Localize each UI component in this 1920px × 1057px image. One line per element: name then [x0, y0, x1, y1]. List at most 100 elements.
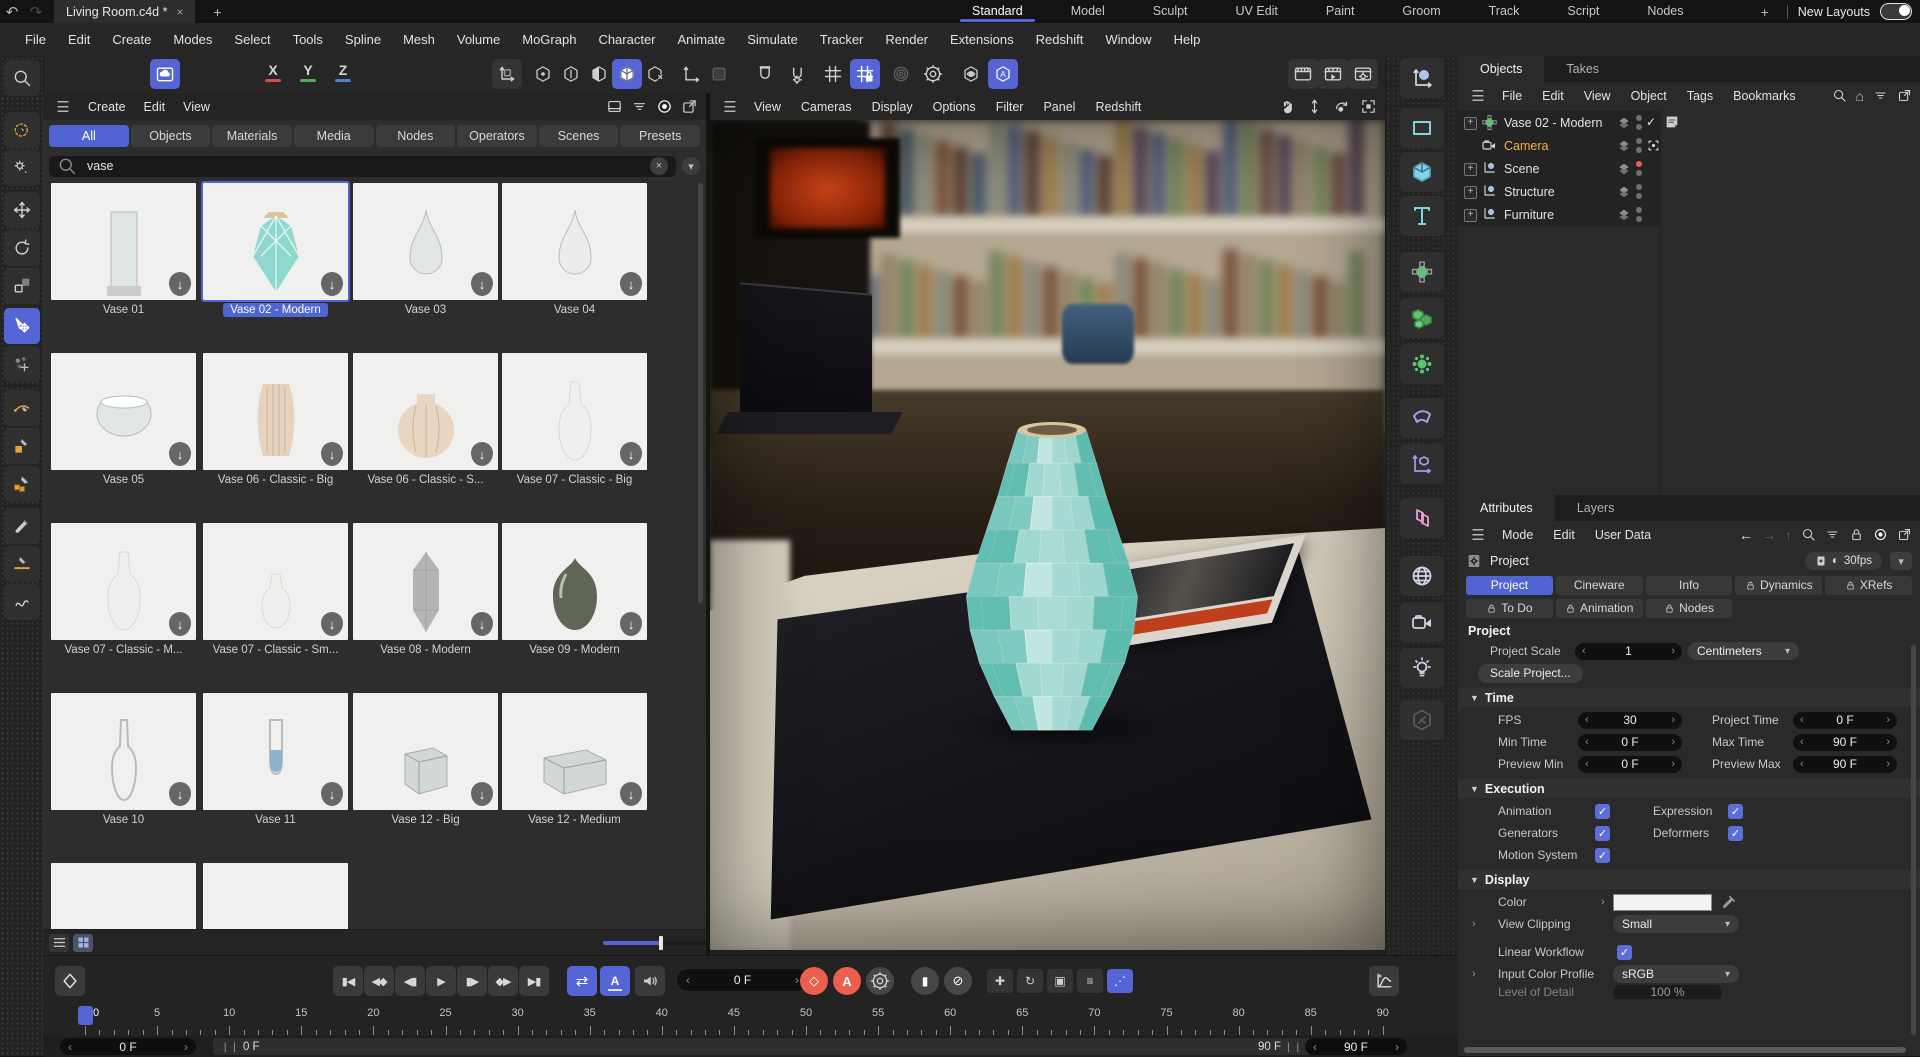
time-section-header[interactable]: ▼Time	[1458, 688, 1920, 707]
next-key-button[interactable]: ◆▶	[488, 966, 518, 996]
record-icon[interactable]	[656, 98, 673, 115]
parameter-keys-toggle[interactable]: ≡	[1077, 969, 1103, 993]
search-field[interactable]: ×	[49, 156, 676, 177]
snap-settings-button[interactable]	[782, 59, 812, 89]
grid-button[interactable]	[818, 59, 848, 89]
menu-render[interactable]: Render	[874, 32, 939, 47]
transform-tool[interactable]	[4, 308, 40, 344]
viewport-render-area[interactable]	[710, 120, 1385, 950]
animation-checkbox[interactable]: ✓	[1595, 804, 1610, 819]
locator-object-button[interactable]	[1400, 58, 1444, 98]
menu-create[interactable]: Create	[101, 32, 162, 47]
scale-keys-toggle[interactable]: ▣	[1047, 969, 1073, 993]
attribute-tab-layers[interactable]: Layers	[1555, 495, 1637, 521]
menu-animate[interactable]: Animate	[667, 32, 737, 47]
expand-icon[interactable]: +	[1464, 209, 1477, 222]
back-icon[interactable]: ←	[1739, 527, 1753, 543]
fcurve-editor-button[interactable]	[1369, 966, 1399, 996]
render-settings-play-button[interactable]	[1318, 59, 1348, 89]
voxel-pen-tool[interactable]	[4, 466, 40, 502]
max-time-field[interactable]: ‹90 F›	[1793, 734, 1897, 751]
asset-thumbnail[interactable]: ↓	[51, 183, 196, 300]
home-icon[interactable]: ⌂	[1856, 88, 1864, 104]
layout-tab-model[interactable]: Model	[1047, 0, 1129, 23]
object-menu-file[interactable]: File	[1492, 89, 1532, 103]
menu-mesh[interactable]: Mesh	[392, 32, 446, 47]
camera-target-icon[interactable]	[1646, 138, 1661, 153]
visibility-dots[interactable]	[1636, 115, 1642, 130]
keyframe-selection-button[interactable]: ▮	[911, 967, 939, 995]
preview-range-slider[interactable]: ❘❘ 0 F 90 F ❘❘	[213, 1038, 1311, 1055]
edges-mode-button[interactable]	[556, 59, 586, 89]
layers-icon[interactable]	[1616, 184, 1632, 200]
workplane-button[interactable]	[676, 59, 706, 89]
generators-checkbox[interactable]: ✓	[1595, 826, 1610, 841]
sound-button[interactable]	[635, 966, 665, 996]
viewport-menu-cameras[interactable]: Cameras	[791, 100, 862, 114]
primitive-cube-button[interactable]	[1400, 152, 1444, 192]
object-row-structure[interactable]: +Structure	[1458, 180, 1920, 203]
object-menu-edit[interactable]: Edit	[1532, 89, 1574, 103]
preview-max-field[interactable]: ‹90 F›	[1305, 1038, 1407, 1055]
simulation-move-tool[interactable]	[4, 346, 40, 382]
attribute-category-tab-project[interactable]: Project	[1466, 576, 1553, 595]
search-icon[interactable]	[1832, 88, 1847, 103]
fps-field[interactable]: ‹30›	[1578, 712, 1682, 729]
view-clipping-dropdown[interactable]: Small▾	[1613, 915, 1739, 933]
spline-smooth-tool[interactable]	[4, 546, 40, 582]
search-options-chevron[interactable]: ▾	[682, 157, 700, 175]
playhead[interactable]	[78, 1006, 93, 1025]
expression-checkbox[interactable]: ✓	[1728, 804, 1743, 819]
rotation-keys-toggle[interactable]: ↻	[1017, 969, 1043, 993]
render-view-button[interactable]	[1288, 59, 1318, 89]
layout-tab-track[interactable]: Track	[1465, 0, 1544, 23]
menu-help[interactable]: Help	[1163, 32, 1212, 47]
asset-tab-media[interactable]: Media	[294, 125, 374, 147]
asset-tab-objects[interactable]: Objects	[131, 125, 211, 147]
timeline-ruler[interactable]: 051015202530354045505560657075808590	[43, 1006, 1458, 1036]
asset-thumbnail[interactable]: ↓	[203, 353, 348, 470]
project-scale-field[interactable]: ‹1›	[1575, 643, 1682, 660]
live-selection-tool[interactable]	[4, 112, 40, 148]
popout-icon[interactable]	[1897, 527, 1912, 542]
mograph-button[interactable]	[1400, 344, 1444, 384]
autokeying-button[interactable]: A	[833, 967, 861, 995]
move-tool[interactable]	[4, 192, 40, 228]
current-frame-field[interactable]: ‹0 F›	[677, 969, 808, 991]
pla-keys-toggle[interactable]: ⋰	[1107, 969, 1133, 993]
pan-hand-icon[interactable]	[1279, 98, 1296, 115]
autokey-range-button[interactable]: A	[600, 966, 630, 996]
previous-frame-button[interactable]: ◀▮	[395, 966, 425, 996]
menu-character[interactable]: Character	[587, 32, 666, 47]
layout-tab-standard[interactable]: Standard	[948, 0, 1047, 23]
expand-icon[interactable]: +	[1464, 163, 1477, 176]
new-layouts-toggle[interactable]	[1880, 3, 1912, 20]
coordinate-system-button[interactable]	[492, 59, 522, 89]
hamburger-icon[interactable]: ☰	[1466, 87, 1490, 105]
layout-tab-uv-edit[interactable]: UV Edit	[1212, 0, 1302, 23]
asset-thumbnail[interactable]: ↓	[203, 523, 348, 640]
model-mode-button[interactable]	[612, 59, 642, 89]
record-keyframe-button[interactable]: ◇	[800, 967, 828, 995]
linear-workflow-checkbox[interactable]: ✓	[1617, 945, 1632, 960]
menu-select[interactable]: Select	[223, 32, 281, 47]
popout-icon[interactable]	[1897, 88, 1912, 103]
layers-icon[interactable]	[1616, 207, 1632, 223]
viewport-solo-button[interactable]	[956, 59, 986, 89]
asset-thumbnail[interactable]: ↓	[203, 693, 348, 810]
layout-tab-script[interactable]: Script	[1543, 0, 1623, 23]
menu-edit[interactable]: Edit	[57, 32, 101, 47]
hamburger-icon[interactable]: ☰	[718, 98, 742, 116]
layout-tab-paint[interactable]: Paint	[1302, 0, 1379, 23]
attribute-tab-attributes[interactable]: Attributes	[1458, 495, 1555, 521]
asset-thumbnail[interactable]: ↓	[502, 353, 647, 470]
environment-button[interactable]	[1400, 556, 1444, 596]
object-menu-bookmarks[interactable]: Bookmarks	[1723, 89, 1806, 103]
asset-menu-edit[interactable]: Edit	[135, 100, 175, 114]
keyframe-options-button[interactable]: ⊘	[944, 967, 972, 995]
deformer-button[interactable]	[1400, 398, 1444, 438]
polygon-pen-tool[interactable]	[4, 428, 40, 464]
object-manager-tab-takes[interactable]: Takes	[1544, 56, 1621, 82]
axis-lock-y-button[interactable]: Y	[300, 63, 316, 82]
expand-arrow-icon[interactable]: ›	[1601, 896, 1605, 908]
